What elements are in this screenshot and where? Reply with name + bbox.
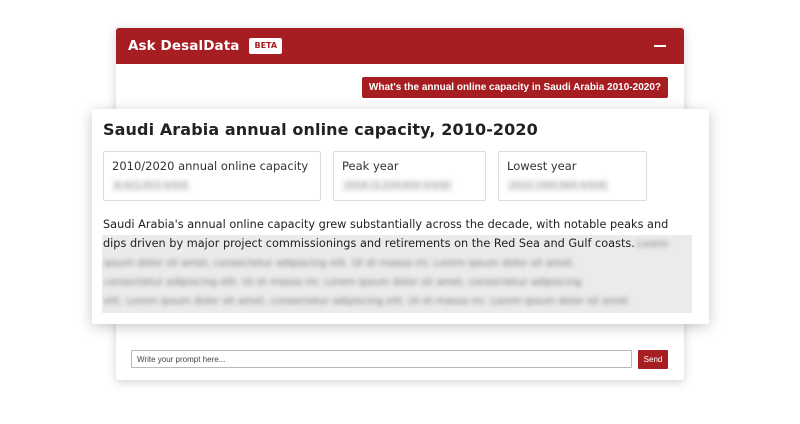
send-button[interactable]: Send xyxy=(638,349,668,369)
user-message-bubble: What's the annual online capacity in Sau… xyxy=(361,77,668,98)
stat-label: Lowest year xyxy=(507,159,577,173)
blurred-line: elit. Lorem ipsum dolor sit amet, consec… xyxy=(104,296,629,307)
result-card: Saudi Arabia annual online capacity, 201… xyxy=(92,109,709,324)
blurred-line: consectetur adipiscing elit. Ut et massa… xyxy=(104,277,582,288)
blurred-line: ipsum dolor sit amet, consectetur adipis… xyxy=(104,258,575,269)
stat-card-lowest-year: Lowest year 2011 (300,944 m3/d) xyxy=(498,151,647,201)
chat-title: Ask DesalData xyxy=(128,38,240,54)
beta-badge: BETA xyxy=(249,38,283,54)
stat-value: 6,411,811 m3/d xyxy=(112,180,190,192)
prompt-row: Send xyxy=(131,349,668,369)
result-summary: Saudi Arabia's annual online capacity gr… xyxy=(103,218,669,250)
stat-label: Peak year xyxy=(342,159,399,173)
stat-card-peak-year: Peak year 2016 (1,234,832 m3/d) xyxy=(333,151,486,201)
chat-header: Ask DesalData BETA xyxy=(116,28,684,64)
stat-value: 2011 (300,944 m3/d) xyxy=(507,180,610,192)
result-title: Saudi Arabia annual online capacity, 201… xyxy=(103,120,538,139)
stat-label: 2010/2020 annual online capacity xyxy=(112,159,309,173)
stat-value: 2016 (1,234,832 m3/d) xyxy=(342,180,453,192)
stat-card-total-capacity: 2010/2020 annual online capacity 6,411,8… xyxy=(103,151,321,201)
prompt-input[interactable] xyxy=(131,350,632,368)
minimize-icon[interactable] xyxy=(654,45,666,47)
